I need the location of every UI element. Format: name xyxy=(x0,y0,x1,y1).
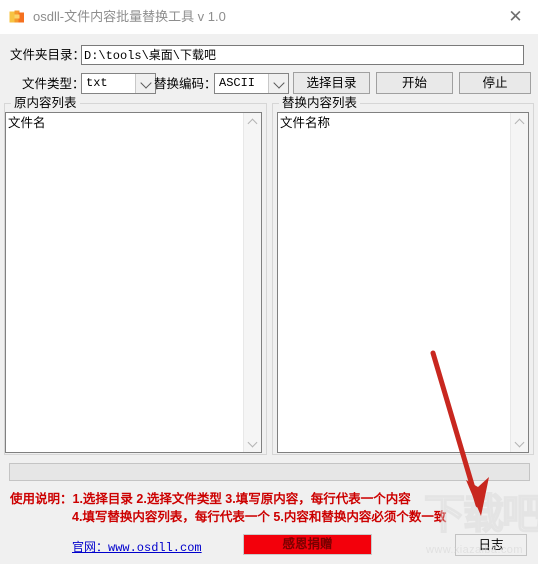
window-title: osdll-文件内容批量替换工具 v 1.0 xyxy=(33,9,226,24)
encoding-label: 替换编码： xyxy=(154,77,217,91)
official-website-link[interactable]: 官网：www.osdll.com xyxy=(72,538,202,555)
usage-instructions-line1: 使用说明：1.选择目录 2.选择文件类型 3.填写原内容，每行代表一个内容 xyxy=(10,492,411,506)
original-content-group-title: 原内容列表 xyxy=(11,96,80,110)
close-icon[interactable]: ✕ xyxy=(493,0,538,33)
replace-content-group-title: 替换内容列表 xyxy=(279,96,361,110)
start-button[interactable]: 开始 xyxy=(376,72,453,94)
encoding-select[interactable]: ASCII xyxy=(214,73,289,94)
scroll-down-icon[interactable] xyxy=(244,435,261,452)
chevron-down-icon[interactable] xyxy=(135,74,155,93)
folder-directory-label: 文件夹目录： xyxy=(10,48,86,62)
original-list-header: 文件名 xyxy=(8,116,46,130)
chevron-down-icon[interactable] xyxy=(268,74,288,93)
original-list-scrollbar[interactable] xyxy=(243,113,261,452)
choose-directory-button[interactable]: 选择目录 xyxy=(293,72,370,94)
encoding-value: ASCII xyxy=(219,76,256,90)
scroll-up-icon[interactable] xyxy=(511,113,528,130)
folder-directory-input[interactable]: D:\tools\桌面\下载吧 xyxy=(81,45,524,65)
file-type-label: 文件类型： xyxy=(22,77,85,91)
original-content-list[interactable]: 文件名 xyxy=(5,112,262,453)
progress-bar xyxy=(9,463,530,481)
scroll-down-icon[interactable] xyxy=(511,435,528,452)
donate-button[interactable]: 感恩捐赠 xyxy=(243,534,372,555)
log-button[interactable]: 日志 xyxy=(455,534,527,556)
usage-instructions-line2: 4.填写替换内容列表，每行代表一个 5.内容和替换内容必须个数一致 xyxy=(72,510,447,524)
scroll-up-icon[interactable] xyxy=(244,113,261,130)
file-type-value: txt xyxy=(86,76,108,90)
replace-list-header: 文件名称 xyxy=(280,116,331,130)
folder-icon xyxy=(9,9,25,25)
replace-content-list[interactable]: 文件名称 xyxy=(277,112,529,453)
file-type-select[interactable]: txt xyxy=(81,73,156,94)
replace-list-scrollbar[interactable] xyxy=(510,113,528,452)
stop-button[interactable]: 停止 xyxy=(459,72,531,94)
client-area: 文件夹目录： D:\tools\桌面\下载吧 文件类型： txt 替换编码： A… xyxy=(0,34,538,556)
title-bar: osdll-文件内容批量替换工具 v 1.0 ✕ xyxy=(0,0,538,35)
